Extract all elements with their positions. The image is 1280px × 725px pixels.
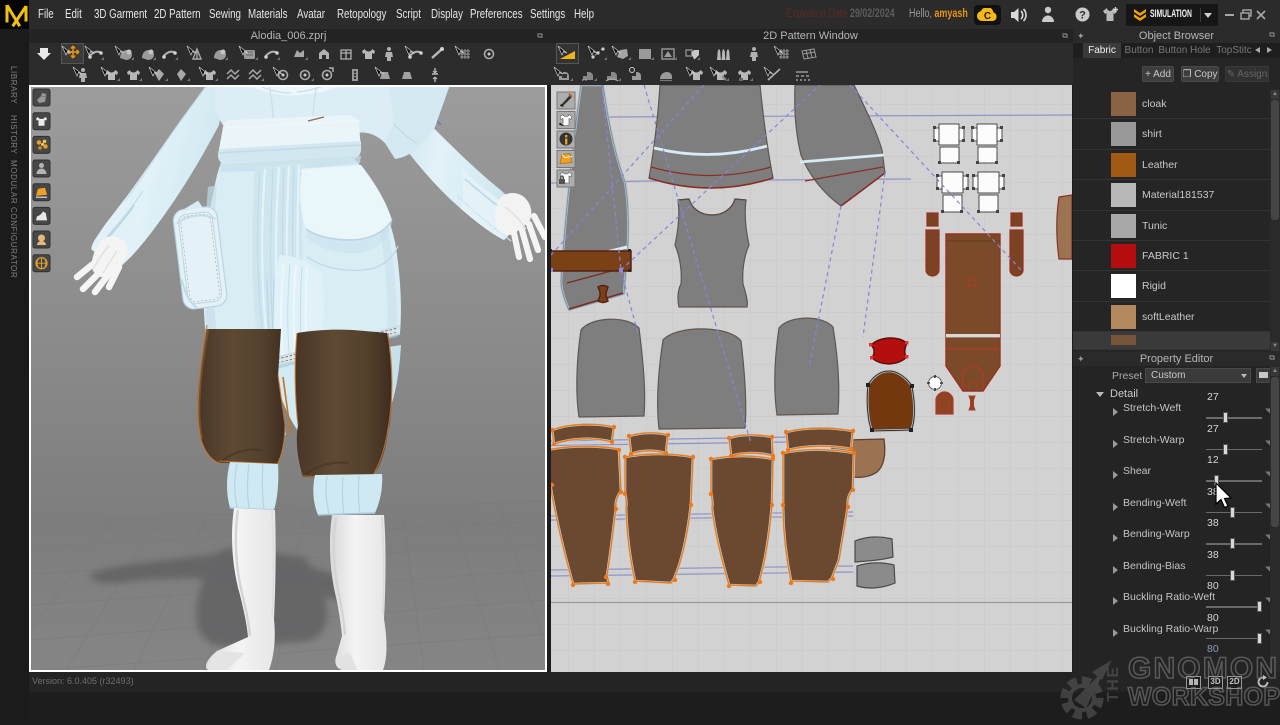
svg-text:?: ?: [1079, 9, 1086, 21]
svg-text:C: C: [984, 11, 991, 22]
